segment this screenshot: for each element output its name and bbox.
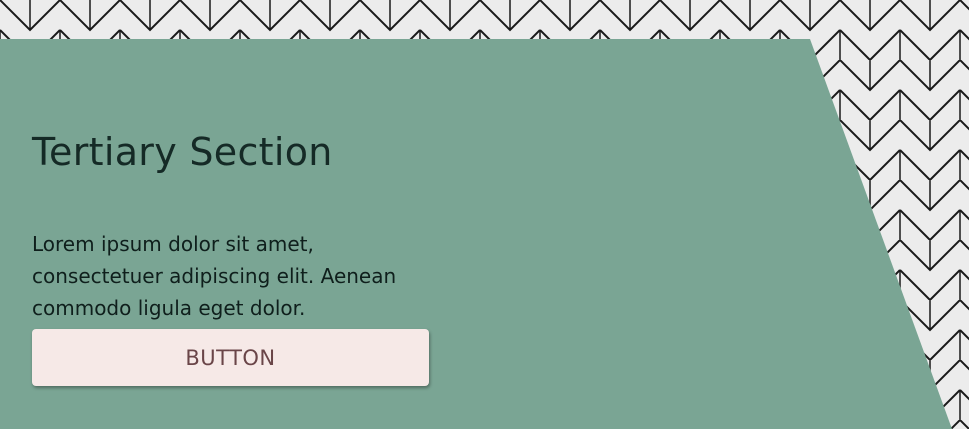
section-body-text: Lorem ipsum dolor sit amet, consectetuer… [32, 232, 397, 320]
primary-button[interactable]: BUTTON [32, 329, 429, 386]
section-title: Tertiary Section [32, 130, 333, 174]
